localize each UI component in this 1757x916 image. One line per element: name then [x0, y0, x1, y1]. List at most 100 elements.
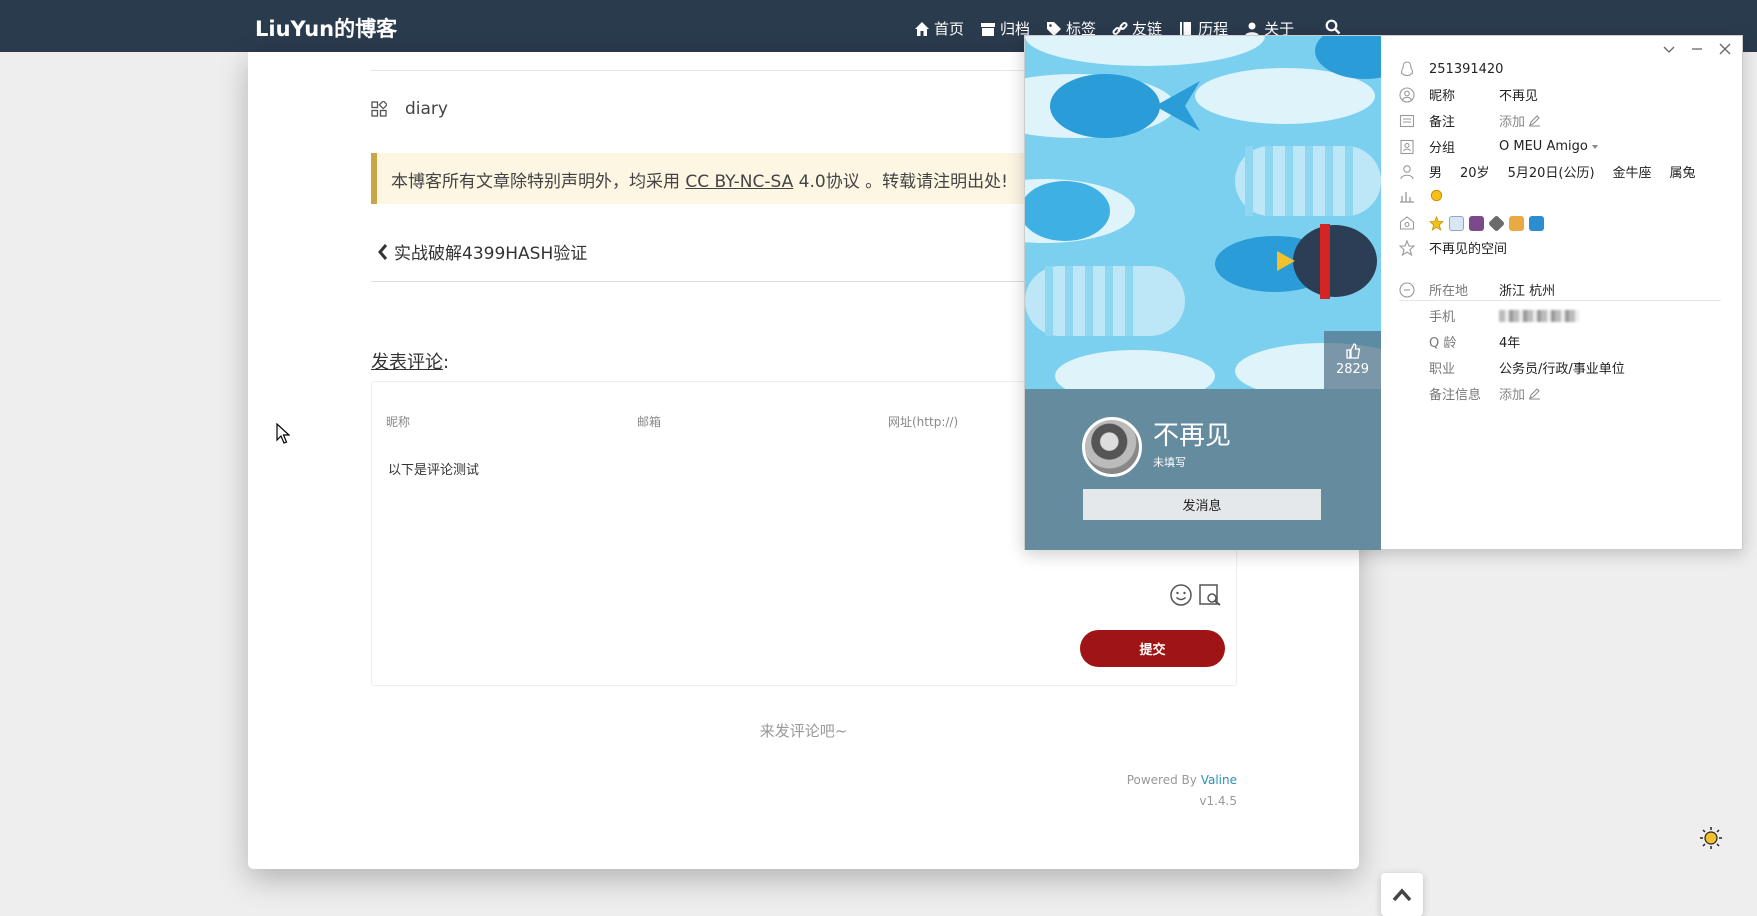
chevron-down-icon[interactable]	[1662, 42, 1676, 56]
more-circle-icon	[1399, 281, 1415, 298]
scroll-to-top-button[interactable]	[1381, 873, 1423, 916]
note-icon	[1399, 114, 1415, 127]
star-outline-icon	[1399, 239, 1415, 256]
submit-button[interactable]: 提交	[1080, 630, 1225, 667]
diamond-badge-icon[interactable]	[1488, 214, 1505, 232]
empty-comments-hint: 来发评论吧~	[759, 722, 848, 740]
archive-icon	[981, 22, 996, 36]
nav-label: 首页	[934, 20, 965, 38]
profile-cover-image: 2829	[1025, 36, 1381, 389]
qage-value: 4年	[1499, 336, 1521, 351]
valine-link[interactable]: Valine	[1201, 773, 1237, 787]
pencil-icon[interactable]	[1528, 114, 1541, 127]
profile-summary: 不再见 未填写 发消息	[1025, 389, 1381, 550]
age: 20岁	[1460, 166, 1490, 181]
avatar[interactable]	[1082, 417, 1142, 477]
caret-down-icon[interactable]	[1591, 143, 1599, 151]
prev-post-link[interactable]: 实战破解4399HASH验证	[378, 239, 587, 264]
nick-value: 不再见	[1499, 89, 1539, 104]
remark-info-row: 备注信息 添加	[1399, 384, 1541, 403]
job-value: 公务员/行政/事业单位	[1499, 362, 1625, 377]
star-badge-icon[interactable]	[1429, 215, 1444, 231]
location-value: 浙江 杭州	[1499, 284, 1556, 299]
license-link[interactable]: CC BY-NC-SA	[685, 172, 793, 192]
license-notice: 本博客所有文章除特别声明外，均采用 CC BY-NC-SA 4.0协议 。转载请…	[371, 153, 1071, 204]
notice-text-before: 本博客所有文章除特别声明外，均采用	[391, 172, 686, 192]
user-circle-icon	[1399, 86, 1415, 103]
remark-info-label: 备注信息	[1429, 388, 1482, 403]
pencil-icon[interactable]	[1528, 387, 1541, 400]
birthday: 5月20日(公历)	[1507, 166, 1595, 181]
prev-post-title: 实战破解4399HASH验证	[394, 244, 588, 264]
nick-input[interactable]: 昵称	[386, 413, 410, 430]
sun-icon[interactable]	[1699, 826, 1723, 850]
photo-badge-icon[interactable]	[1469, 215, 1484, 231]
home-icon	[915, 21, 929, 36]
location-row: 所在地 浙江 杭州	[1399, 280, 1555, 299]
qq-number-row: 251391420	[1399, 61, 1503, 77]
group-value[interactable]: O MEU Amigo	[1499, 139, 1588, 154]
sun-level-icon[interactable]	[1429, 188, 1444, 203]
powered-by-label: Powered By	[1126, 773, 1197, 787]
profile-name: 不再见	[1153, 421, 1232, 451]
notice-text-after: 4.0协议 。转载请注明出处!	[793, 172, 1008, 192]
mail-badge-icon[interactable]	[1449, 215, 1464, 231]
comment-section-title: 发表评论:	[371, 348, 449, 374]
nick-row: 昵称 不再见	[1399, 85, 1538, 104]
chinese-zodiac: 属兔	[1669, 166, 1696, 181]
link-input[interactable]: 网址(http://)	[888, 413, 958, 430]
group-row: 分组 O MEU Amigo	[1399, 137, 1599, 156]
comment-title-suffix: :	[443, 352, 450, 373]
contacts-icon	[1400, 139, 1414, 154]
chevron-up-icon	[1392, 887, 1412, 901]
phone-row: 手机	[1399, 306, 1579, 325]
preview-icon[interactable]	[1198, 583, 1222, 607]
window-controls	[1662, 42, 1732, 56]
zodiac: 金牛座	[1612, 166, 1652, 181]
remark-add-link[interactable]: 添加	[1499, 111, 1525, 130]
service-badges	[1429, 214, 1544, 232]
penguin-icon	[1400, 61, 1414, 77]
house-icon	[1399, 216, 1415, 230]
bar-chart-icon	[1400, 192, 1414, 203]
profile-signature: 未填写	[1153, 456, 1186, 469]
close-icon[interactable]	[1718, 42, 1732, 56]
game-badge-icon[interactable]	[1509, 215, 1524, 231]
music-badge-icon[interactable]	[1529, 215, 1544, 231]
post-category[interactable]: diary	[371, 99, 448, 119]
services-row	[1399, 214, 1544, 232]
remark-row: 备注 添加	[1399, 111, 1541, 130]
qage-label: Q 龄	[1429, 336, 1457, 351]
qq-number[interactable]: 251391420	[1429, 62, 1503, 77]
nav-item-archive[interactable]: 归档	[980, 18, 1030, 39]
minimize-icon[interactable]	[1690, 42, 1704, 56]
basic-info-row: 男 20岁 5月20日(公历) 金牛座 属兔	[1399, 162, 1696, 181]
group-label: 分组	[1429, 141, 1456, 156]
qq-profile-popup: 2829 不再见 未填写 发消息 251391420 昵称 不再见 备注 添加	[1024, 35, 1743, 550]
powered-by: Powered By Valine v1.4.5	[1127, 770, 1237, 812]
nick-label: 昵称	[1429, 89, 1456, 104]
chevron-left-icon	[378, 243, 388, 260]
send-message-button[interactable]: 发消息	[1083, 489, 1321, 520]
space-row: 不再见的空间	[1399, 238, 1507, 257]
qage-row: Q 龄 4年	[1399, 332, 1520, 351]
comment-textarea[interactable]: 以下是评论测试	[388, 459, 479, 478]
gender: 男	[1429, 166, 1443, 181]
emoji-icon[interactable]	[1169, 583, 1193, 607]
valine-version: v1.4.5	[1199, 794, 1237, 808]
mail-input[interactable]: 邮箱	[637, 413, 661, 430]
category-icon	[371, 101, 387, 117]
qzone-link[interactable]: 不再见的空间	[1429, 238, 1507, 257]
level-row	[1399, 187, 1444, 203]
search-icon[interactable]	[1325, 19, 1341, 35]
category-label: diary	[405, 99, 448, 119]
mouse-cursor-icon	[276, 423, 290, 444]
likes-count: 2829	[1335, 362, 1370, 377]
remark-info-add-link[interactable]: 添加	[1499, 384, 1525, 403]
job-row: 职业 公务员/行政/事业单位	[1399, 358, 1625, 377]
nav-item-home[interactable]: 首页	[914, 18, 964, 39]
likes-counter[interactable]: 2829	[1324, 331, 1381, 389]
site-brand[interactable]: LiuYun的博客	[255, 13, 397, 43]
remark-label: 备注	[1429, 115, 1456, 130]
phone-label: 手机	[1429, 310, 1456, 325]
